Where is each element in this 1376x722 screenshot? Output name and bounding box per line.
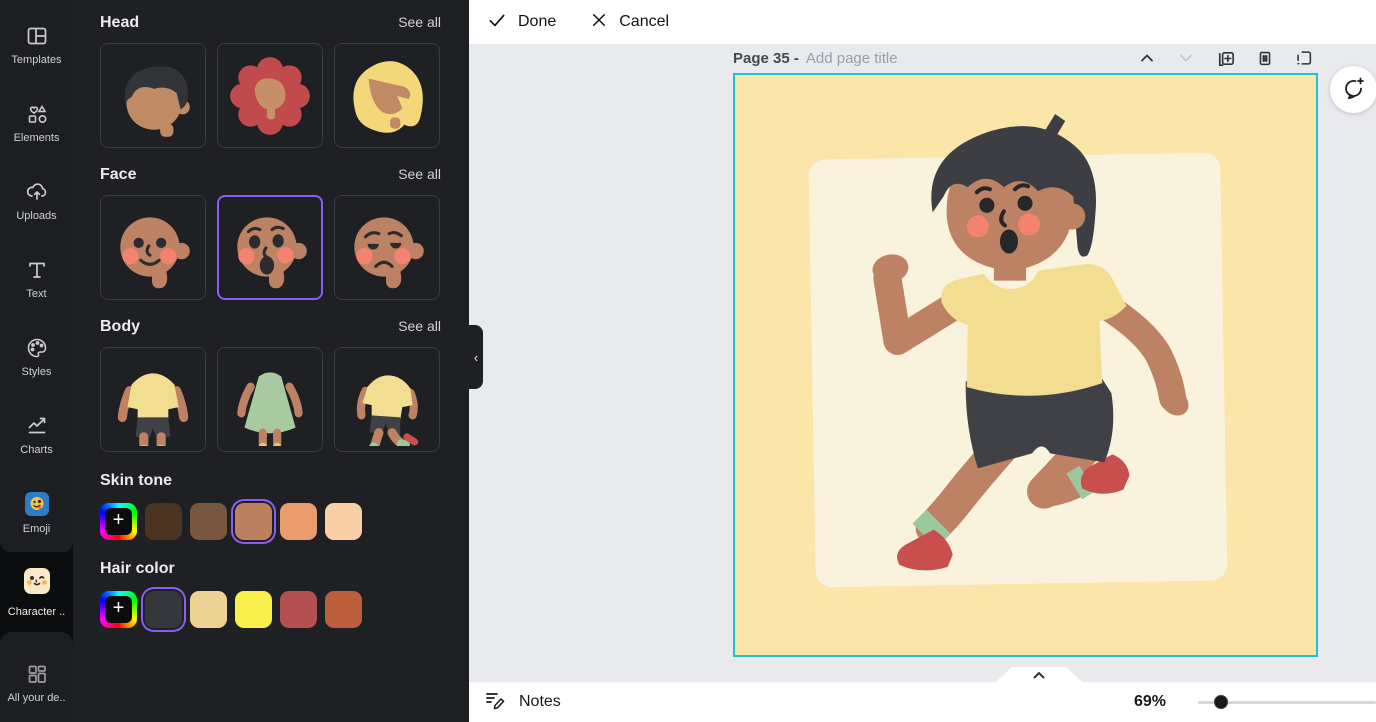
- emoji-app-icon: [24, 491, 50, 517]
- section-title-hair-color: Hair color: [100, 560, 441, 578]
- sidebar-item-text[interactable]: Text: [0, 240, 73, 318]
- body-option-tshirt-walking[interactable]: [334, 347, 440, 452]
- show-pages-tab[interactable]: [996, 667, 1082, 682]
- add-page-button[interactable]: [1294, 48, 1314, 68]
- notes-icon: [483, 688, 507, 717]
- sidebar-item-label: Emoji: [23, 523, 51, 535]
- add-skin-tone-button[interactable]: +: [100, 503, 137, 540]
- hair-color-swatch[interactable]: [325, 591, 362, 628]
- sidebar-item-label: Elements: [14, 132, 60, 144]
- upload-cloud-icon: [25, 180, 49, 204]
- sidebar-item-charts[interactable]: Charts: [0, 396, 73, 474]
- skin-tone-swatches: +: [100, 503, 441, 540]
- chevron-up-icon: [1032, 670, 1046, 680]
- see-all-face-link[interactable]: See all: [398, 166, 441, 182]
- running-boy-illustration[interactable]: [780, 90, 1262, 640]
- move-page-up-button[interactable]: [1137, 48, 1157, 68]
- sidebar-item-label: Character ..: [8, 606, 65, 618]
- face-option-sad[interactable]: [334, 195, 440, 300]
- see-all-head-link[interactable]: See all: [398, 14, 441, 30]
- hair-color-swatch[interactable]: [235, 591, 272, 628]
- bottom-bar: Notes 69%: [469, 682, 1376, 722]
- skin-tone-swatch[interactable]: [190, 503, 227, 540]
- duplicate-page-button[interactable]: [1215, 48, 1236, 69]
- sidebar-item-all-your-designs[interactable]: All your de..: [0, 644, 73, 722]
- see-all-body-link[interactable]: See all: [398, 318, 441, 334]
- close-icon: [590, 11, 608, 34]
- head-option-red-curly[interactable]: [217, 43, 323, 148]
- hair-color-swatch-selected[interactable]: [145, 591, 182, 628]
- head-options: [100, 43, 441, 148]
- head-option-dark-hair[interactable]: [100, 43, 206, 148]
- section-title-head: Head: [100, 14, 139, 32]
- sidebar-item-label: Uploads: [16, 210, 56, 222]
- face-option-happy[interactable]: [100, 195, 206, 300]
- notes-button[interactable]: Notes: [483, 688, 561, 717]
- page-actions: [1137, 44, 1314, 72]
- comment-fab-button[interactable]: [1330, 66, 1376, 113]
- designs-grid-icon: [25, 662, 49, 686]
- app-sidebar: Templates Elements Uploads Text: [0, 0, 73, 722]
- cancel-button[interactable]: Cancel: [590, 11, 669, 34]
- section-title-skin-tone: Skin tone: [100, 472, 441, 490]
- zoom-level-label: 69%: [1134, 693, 1166, 711]
- face-option-surprised-selected[interactable]: [217, 195, 323, 300]
- page-title-input[interactable]: Add page title: [806, 50, 898, 67]
- sidebar-group-main: Templates Elements Uploads Text: [0, 0, 73, 553]
- palette-icon: [25, 336, 49, 360]
- section-title-face: Face: [100, 166, 136, 184]
- canvas-page-selected[interactable]: [733, 73, 1318, 657]
- add-hair-color-button[interactable]: +: [100, 591, 137, 628]
- sidebar-item-styles[interactable]: Styles: [0, 318, 73, 396]
- sidebar-item-label: Styles: [22, 366, 52, 378]
- move-page-down-button[interactable]: [1176, 48, 1196, 68]
- sidebar-item-label: All your de..: [7, 692, 65, 704]
- app-window: Templates Elements Uploads Text: [0, 0, 1376, 722]
- sidebar-item-character-builder[interactable]: Character ..: [0, 552, 73, 632]
- done-button[interactable]: Done: [487, 10, 556, 35]
- chevron-left-icon: ‹: [474, 350, 478, 365]
- line-chart-icon: [25, 414, 49, 438]
- zoom-slider-thumb[interactable]: [1214, 695, 1228, 709]
- collapse-panel-handle[interactable]: ‹: [469, 325, 483, 389]
- page-number-label: Page 35 -: [733, 50, 799, 67]
- character-settings-panel: Head See all Face See all: [73, 0, 469, 722]
- body-option-tshirt-standing[interactable]: [100, 347, 206, 452]
- body-option-green-dress[interactable]: [217, 347, 323, 452]
- skin-tone-swatch[interactable]: [325, 503, 362, 540]
- page-header: Page 35 - Add page title: [469, 44, 1376, 72]
- elements-icon: [25, 102, 49, 126]
- body-options: [100, 347, 441, 452]
- character-builder-icon: [23, 567, 51, 600]
- zoom-slider[interactable]: [1198, 682, 1376, 722]
- hair-color-swatch[interactable]: [190, 591, 227, 628]
- sidebar-item-label: Charts: [20, 444, 52, 456]
- delete-page-button[interactable]: [1255, 48, 1275, 68]
- comment-plus-icon: [1341, 75, 1367, 104]
- sidebar-item-uploads[interactable]: Uploads: [0, 162, 73, 240]
- hair-color-swatch[interactable]: [280, 591, 317, 628]
- editor-workspace: Done Cancel Page 35 - Add page title: [469, 0, 1376, 722]
- skin-tone-swatch[interactable]: [280, 503, 317, 540]
- sidebar-item-label: Text: [26, 288, 46, 300]
- check-icon: [487, 10, 507, 35]
- templates-icon: [25, 24, 49, 48]
- sidebar-item-label: Templates: [11, 54, 61, 66]
- hair-color-swatches: +: [100, 591, 441, 628]
- sidebar-item-templates[interactable]: Templates: [0, 6, 73, 84]
- skin-tone-swatch-selected[interactable]: [235, 503, 272, 540]
- sidebar-item-emoji[interactable]: Emoji: [0, 474, 73, 552]
- face-options: [100, 195, 441, 300]
- section-title-body: Body: [100, 318, 140, 336]
- text-icon: [25, 258, 49, 282]
- head-option-blonde[interactable]: [334, 43, 440, 148]
- sidebar-group-bottom: All your de..: [0, 632, 73, 722]
- skin-tone-swatch[interactable]: [145, 503, 182, 540]
- editor-topbar: Done Cancel: [469, 0, 1376, 44]
- sidebar-item-elements[interactable]: Elements: [0, 84, 73, 162]
